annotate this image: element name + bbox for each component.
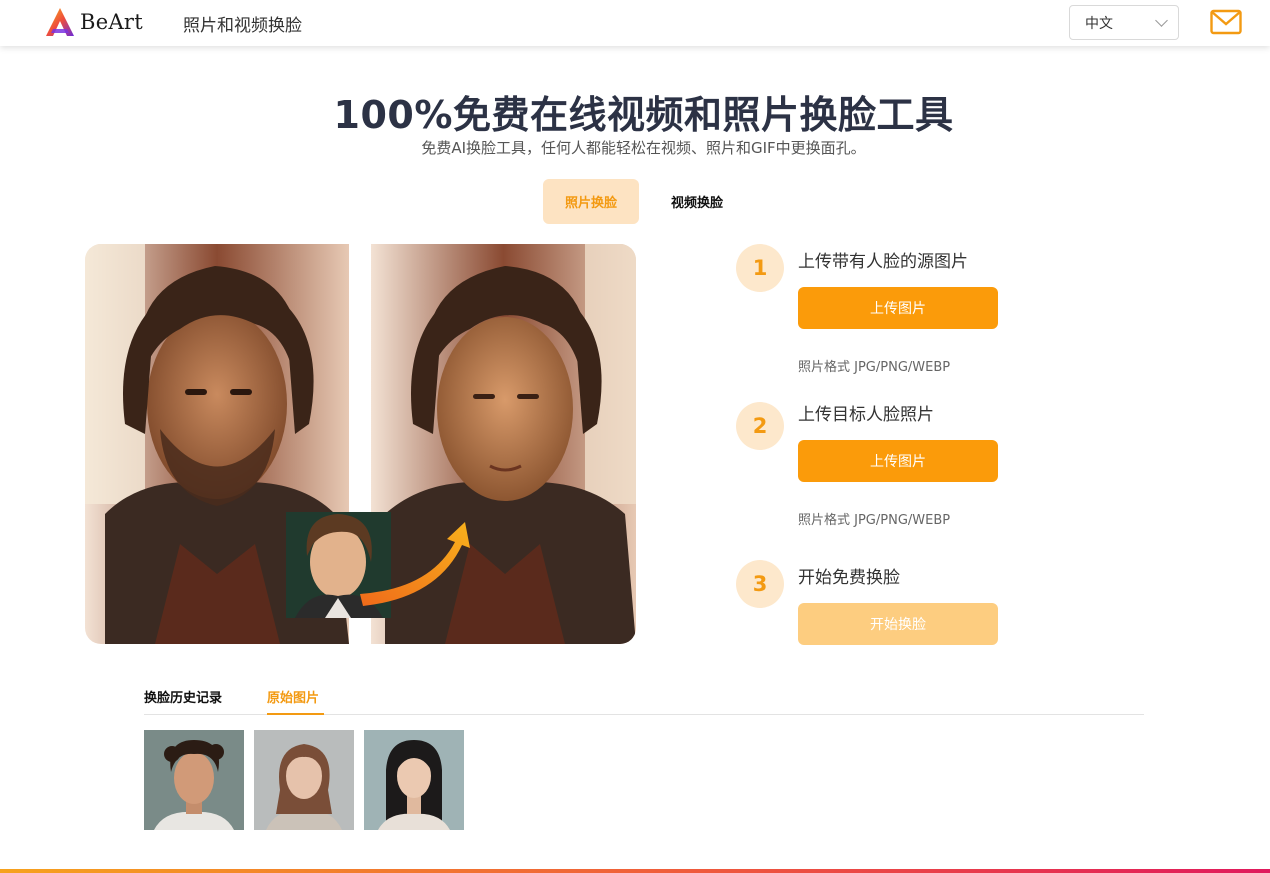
page-subtitle: 免费AI换脸工具，任何人都能轻松在视频、照片和GIF中更换面孔。 xyxy=(421,139,866,157)
upload-source-button[interactable]: 上传图片 xyxy=(798,287,998,329)
bottom-gradient-bar xyxy=(0,869,1270,873)
logo[interactable]: BeArt xyxy=(44,7,143,37)
step-1-label: 上传带有人脸的源图片 xyxy=(798,252,968,272)
original-image-thumbnail[interactable] xyxy=(254,730,354,830)
face-swap-demo-image xyxy=(85,244,636,644)
language-value: 中文 xyxy=(1085,15,1113,32)
demo-illustration xyxy=(85,244,636,644)
logo-text: BeArt xyxy=(80,10,144,34)
beart-logo-icon xyxy=(46,8,74,36)
language-select[interactable]: 中文 xyxy=(1069,5,1179,40)
page-title: 100%免费在线视频和照片换脸工具 xyxy=(333,93,954,137)
header-title[interactable]: 照片和视频换脸 xyxy=(183,11,302,36)
step-2-format-hint: 照片格式 JPG/PNG/WEBP xyxy=(798,513,951,528)
tab-video-swap[interactable]: 视频换脸 xyxy=(650,179,744,224)
original-image-thumbnail[interactable] xyxy=(144,730,244,830)
step-3-number: 3 xyxy=(736,560,784,608)
tab-photo-swap[interactable]: 照片换脸 xyxy=(543,179,639,224)
tab-swap-history[interactable]: 换脸历史记录 xyxy=(144,687,222,706)
chevron-down-icon xyxy=(1155,14,1168,27)
active-tab-indicator xyxy=(267,713,324,715)
start-swap-button[interactable]: 开始换脸 xyxy=(798,603,998,645)
step-2-label: 上传目标人脸照片 xyxy=(798,405,934,425)
step-3-label: 开始免费换脸 xyxy=(798,568,900,588)
top-header: BeArt 照片和视频换脸 中文 xyxy=(0,0,1270,46)
original-image-thumbnail[interactable] xyxy=(364,730,464,830)
step-2-number: 2 xyxy=(736,402,784,450)
mail-icon[interactable] xyxy=(1210,9,1242,35)
step-1-format-hint: 照片格式 JPG/PNG/WEBP xyxy=(798,360,951,375)
tab-original-images[interactable]: 原始图片 xyxy=(267,687,319,706)
upload-target-button[interactable]: 上传图片 xyxy=(798,440,998,482)
step-1-number: 1 xyxy=(736,244,784,292)
